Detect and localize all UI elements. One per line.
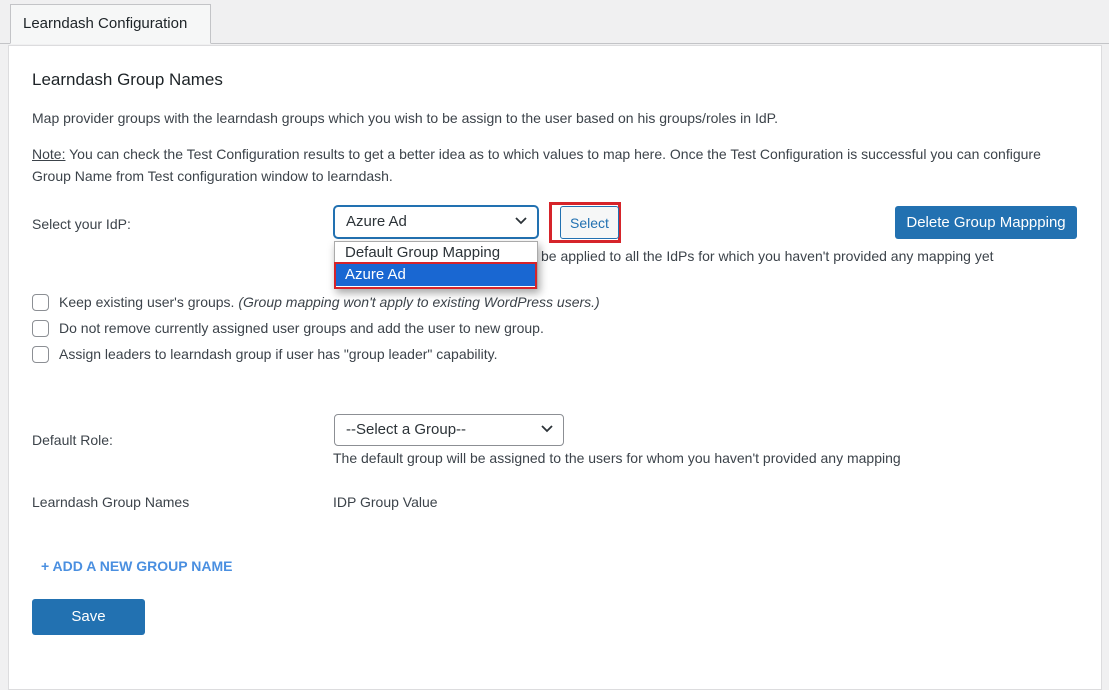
- note-label: Note:: [32, 146, 66, 162]
- assign-leaders-label: Assign leaders to learndash group if use…: [59, 346, 498, 362]
- idp-label: Select your IdP:: [32, 216, 131, 232]
- chevron-down-icon: [515, 217, 527, 225]
- dropdown-option-highlight: [334, 262, 537, 289]
- select-idp-button[interactable]: Select: [560, 206, 619, 239]
- assign-leaders-checkbox[interactable]: [32, 346, 49, 363]
- default-role-select[interactable]: --Select a Group--: [334, 414, 564, 446]
- delete-group-mapping-button[interactable]: Delete Group Mappping: [895, 206, 1077, 239]
- column-header-learndash-group-names: Learndash Group Names: [32, 494, 190, 510]
- note-paragraph: Note: You can check the Test Configurati…: [32, 143, 1082, 187]
- add-new-group-name-link[interactable]: + ADD A NEW GROUP NAME: [41, 558, 232, 574]
- save-button[interactable]: Save: [32, 599, 145, 635]
- default-role-label: Default Role:: [32, 432, 113, 448]
- idp-hint-text: be applied to all the IdPs for which you…: [541, 248, 994, 264]
- default-role-hint: The default group will be assigned to th…: [333, 450, 901, 466]
- idp-select-value: Azure Ad: [346, 213, 407, 230]
- keep-existing-note: (Group mapping won't apply to existing W…: [238, 294, 600, 310]
- section-title: Learndash Group Names: [32, 70, 223, 89]
- keep-existing-groups-checkbox[interactable]: [32, 294, 49, 311]
- column-header-idp-group-value: IDP Group Value: [333, 494, 438, 510]
- note-text: You can check the Test Configuration res…: [32, 146, 1041, 184]
- tab-learndash-configuration[interactable]: Learndash Configuration: [10, 4, 211, 44]
- default-role-select-value: --Select a Group--: [346, 421, 467, 438]
- do-not-remove-groups-checkbox[interactable]: [32, 320, 49, 337]
- chevron-down-icon: [541, 425, 553, 433]
- do-not-remove-groups-label: Do not remove currently assigned user gr…: [59, 320, 544, 336]
- settings-panel: Learndash Group Names Map provider group…: [8, 45, 1102, 690]
- keep-existing-groups-label: Keep existing user's groups. (Group mapp…: [59, 294, 600, 310]
- tab-label: Learndash Configuration: [23, 15, 188, 32]
- section-description: Map provider groups with the learndash g…: [32, 110, 779, 126]
- idp-select[interactable]: Azure Ad: [334, 206, 538, 238]
- dropdown-option-default-group-mapping[interactable]: Default Group Mapping: [335, 242, 537, 264]
